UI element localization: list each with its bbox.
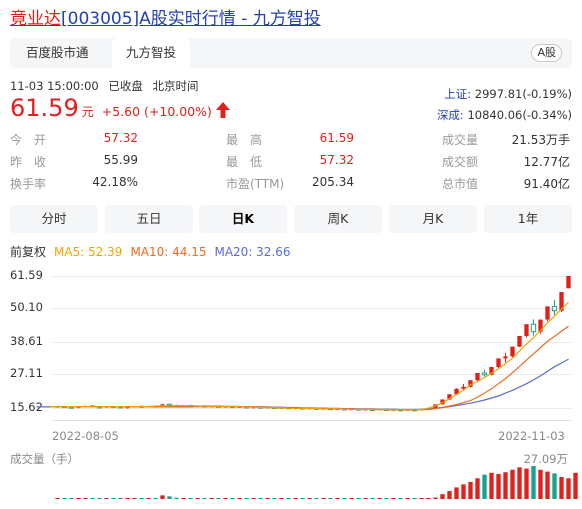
volume-bar: [125, 498, 130, 499]
volume-bar: [174, 497, 179, 499]
volume-bar: [517, 467, 522, 499]
volume-bar: [545, 471, 550, 499]
volume-bar: [377, 498, 382, 499]
volume-bar: [405, 498, 410, 499]
volume-bar: [160, 495, 165, 499]
candle-body: [503, 356, 508, 359]
volume-bar: [349, 498, 354, 499]
volume-bar: [230, 498, 235, 499]
volume-bar: [209, 498, 214, 499]
ma20-line: [36, 358, 569, 411]
candle-body: [545, 306, 550, 320]
volume-bar: [146, 498, 151, 499]
volume-bar: [118, 498, 123, 499]
volume-bar: [335, 498, 340, 499]
volume-bar: [76, 498, 81, 499]
volume-bar: [419, 498, 424, 499]
volume-bar: [153, 498, 158, 499]
volume-bar: [426, 498, 431, 499]
volume-bar: [531, 466, 536, 499]
volume-bar: [461, 484, 466, 499]
candle-body: [551, 305, 558, 312]
volume-bar: [83, 498, 88, 499]
volume-bar: [293, 498, 298, 499]
volume-bar: [111, 498, 116, 499]
candle-body: [517, 335, 522, 347]
volume-bar: [552, 473, 557, 499]
volume-bar: [433, 497, 438, 499]
volume-bar: [559, 477, 564, 499]
volume-bar: [314, 498, 319, 499]
volume-bar: [475, 478, 480, 499]
volume-bar: [363, 498, 368, 499]
volume-bar: [195, 498, 200, 499]
volume-bar: [188, 498, 193, 499]
volume-bar: [97, 498, 102, 499]
volume-bar: [104, 498, 109, 499]
ma5-line: [50, 301, 569, 411]
volume-bar: [524, 468, 529, 499]
volume-bar: [321, 498, 326, 499]
volume-bar: [62, 498, 67, 499]
volume-bar: [440, 494, 445, 499]
candle-body: [496, 358, 501, 367]
volume-bar: [272, 498, 277, 499]
volume-bar: [300, 498, 305, 499]
volume-bar: [503, 472, 508, 499]
candle-body: [475, 373, 480, 381]
volume-bar: [496, 474, 501, 499]
volume-bar: [202, 498, 207, 499]
volume-bar: [328, 498, 333, 499]
volume-bar: [307, 498, 312, 499]
volume-bar: [265, 498, 270, 499]
volume-bar: [384, 498, 389, 499]
volume-bar: [370, 498, 375, 499]
volume-bar: [468, 481, 473, 499]
volume-bar: [237, 498, 242, 499]
candlestick-chart[interactable]: [0, 0, 582, 509]
volume-bar: [181, 498, 186, 499]
volume-bar: [391, 498, 396, 499]
volume-bar: [573, 472, 578, 499]
volume-bar: [510, 469, 515, 499]
volume-bar: [90, 498, 95, 499]
volume-bar: [412, 498, 417, 499]
volume-bar: [398, 498, 403, 499]
volume-bar: [132, 498, 137, 499]
volume-bar: [447, 491, 452, 499]
volume-bar: [286, 498, 291, 499]
volume-bar: [454, 487, 459, 499]
candle-body: [566, 276, 571, 289]
candle-body: [481, 372, 488, 376]
volume-bar: [216, 498, 221, 499]
candle-body: [510, 346, 515, 357]
volume-bar: [342, 498, 347, 499]
candle-body: [524, 324, 529, 336]
volume-bar: [258, 498, 263, 499]
volume-bar: [489, 472, 494, 499]
volume-bar: [251, 498, 256, 499]
volume-bar: [566, 478, 571, 499]
volume-bar: [279, 498, 284, 499]
volume-bar: [55, 498, 60, 499]
volume-bar: [167, 496, 172, 499]
volume-bar: [223, 498, 228, 499]
volume-bar: [356, 498, 361, 499]
candle-body: [530, 323, 537, 333]
volume-bar: [139, 498, 144, 499]
volume-bar: [69, 498, 74, 499]
volume-bar: [538, 469, 543, 499]
volume-bar: [482, 474, 487, 499]
volume-bar: [244, 498, 249, 499]
